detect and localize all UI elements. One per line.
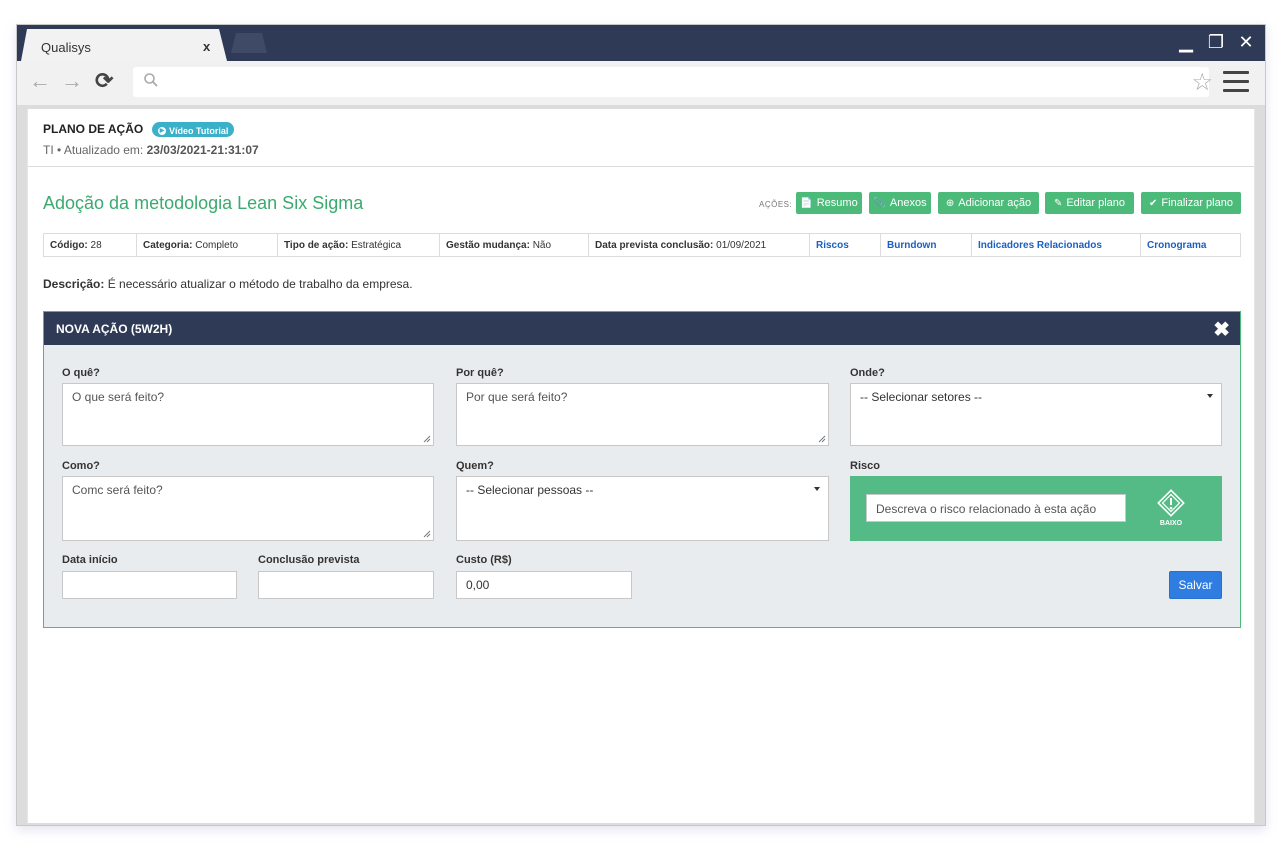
search-icon bbox=[144, 73, 158, 87]
onde-label: Onde? bbox=[850, 367, 885, 379]
risk-level-label: BAIXO bbox=[1159, 520, 1183, 527]
por-que-label: Por quê? bbox=[456, 367, 504, 379]
resize-handle-icon[interactable] bbox=[818, 435, 826, 443]
new-action-panel: NOVA AÇÃO (5W2H) ✖ O quê? O que será fei… bbox=[43, 311, 1241, 628]
como-textarea[interactable]: Comc será feito? bbox=[62, 476, 434, 541]
forward-icon[interactable]: → bbox=[61, 68, 83, 94]
data-inicio-label: Data início bbox=[62, 554, 118, 566]
info-data-prevista: Data prevista conclusão: 01/09/2021 bbox=[589, 234, 810, 256]
play-icon: ▶ bbox=[158, 126, 166, 135]
edit-icon: ✎ bbox=[1053, 197, 1063, 209]
por-que-placeholder: Por que será feito? bbox=[466, 390, 568, 404]
quem-label: Quem? bbox=[456, 460, 494, 472]
anexos-label: Anexos bbox=[889, 197, 927, 209]
resumo-button[interactable]: 📄 Resumo bbox=[796, 192, 862, 214]
info-gestao: Gestão mudança: Não bbox=[440, 234, 589, 256]
page-title: PLANO DE AÇÃO bbox=[43, 122, 144, 136]
chevron-down-icon bbox=[1207, 394, 1213, 398]
panel-title: NOVA AÇÃO (5W2H) bbox=[56, 322, 173, 336]
add-action-label: Adicionar ação bbox=[958, 197, 1032, 209]
check-circle-icon: ✔ bbox=[1149, 197, 1158, 209]
info-codigo: Código: 28 bbox=[44, 234, 137, 256]
onde-value: -- Selecionar setores -- bbox=[860, 390, 983, 404]
finish-plan-button[interactable]: ✔ Finalizar plano bbox=[1141, 192, 1241, 214]
como-placeholder: Comc será feito? bbox=[72, 483, 163, 497]
page-header: PLANO DE AÇÃO ▶ Vídeo Tutorial TI • Atua… bbox=[28, 109, 1254, 167]
warning-diamond-icon[interactable] bbox=[1156, 488, 1186, 518]
reload-icon[interactable]: ⟳ bbox=[95, 68, 113, 94]
close-icon[interactable]: ✕ bbox=[1237, 31, 1255, 53]
finish-plan-label: Finalizar plano bbox=[1161, 197, 1233, 209]
info-tipo: Tipo de ação: Estratégica bbox=[278, 234, 440, 256]
risco-input[interactable]: Descreva o risco relacionado à esta ação bbox=[866, 494, 1126, 522]
o-que-textarea[interactable]: O que será feito? bbox=[62, 383, 434, 446]
risco-label: Risco bbox=[850, 460, 880, 472]
como-label: Como? bbox=[62, 460, 100, 472]
quem-select[interactable]: -- Selecionar pessoas -- bbox=[456, 476, 829, 541]
info-link-indicadores[interactable]: Indicadores Relacionados bbox=[972, 234, 1141, 256]
conclusao-input[interactable] bbox=[258, 571, 434, 599]
browser-toolbar: ← → ⟳ ☆ bbox=[17, 61, 1265, 105]
window-controls: ▁ ❐ ✕ bbox=[1177, 31, 1255, 53]
anexos-button[interactable]: 📎 Anexos bbox=[869, 192, 931, 214]
browser-tab[interactable]: Qualisys x bbox=[21, 29, 227, 61]
plan-info-row: Código: 28 Categoria: Completo Tipo de a… bbox=[43, 233, 1241, 257]
paperclip-icon: 📎 bbox=[873, 197, 886, 209]
tab-title: Qualisys bbox=[41, 40, 91, 55]
onde-select[interactable]: -- Selecionar setores -- bbox=[850, 383, 1222, 446]
description-text: É necessário atualizar o método de traba… bbox=[107, 277, 413, 291]
page-viewport: PLANO DE AÇÃO ▶ Vídeo Tutorial TI • Atua… bbox=[27, 109, 1255, 823]
video-tutorial-badge[interactable]: ▶ Vídeo Tutorial bbox=[152, 122, 235, 137]
page-subtitle: TI • Atualizado em: 23/03/2021-21:31:07 bbox=[43, 143, 259, 157]
por-que-textarea[interactable]: Por que será feito? bbox=[456, 383, 829, 446]
o-que-placeholder: O que será feito? bbox=[72, 390, 165, 404]
description-label: Descrição: bbox=[43, 277, 105, 291]
plus-circle-icon: ⊕ bbox=[945, 197, 955, 209]
tab-close-button[interactable]: x bbox=[203, 39, 210, 54]
info-categoria: Categoria: Completo bbox=[137, 234, 278, 256]
save-button[interactable]: Salvar bbox=[1169, 571, 1222, 599]
address-bar[interactable] bbox=[133, 67, 1209, 97]
data-inicio-input[interactable] bbox=[62, 571, 237, 599]
updated-at: 23/03/2021-21:31:07 bbox=[146, 143, 259, 157]
risk-box: Descreva o risco relacionado à esta ação… bbox=[850, 476, 1222, 541]
conclusao-label: Conclusão prevista bbox=[258, 554, 360, 566]
restore-icon[interactable]: ❐ bbox=[1207, 31, 1225, 53]
close-icon[interactable]: ✖ bbox=[1213, 317, 1230, 342]
info-link-cronograma[interactable]: Cronograma bbox=[1141, 234, 1240, 256]
quem-value: -- Selecionar pessoas -- bbox=[466, 483, 594, 497]
updated-prefix: TI • Atualizado em: bbox=[43, 143, 147, 157]
edit-plan-label: Editar plano bbox=[1066, 197, 1126, 209]
actions-label: AÇÕES: bbox=[759, 200, 793, 209]
custo-label: Custo (R$) bbox=[456, 554, 512, 566]
plan-title: Adoção da metodologia Lean Six Sigma bbox=[43, 193, 364, 213]
back-icon[interactable]: ← bbox=[29, 68, 51, 94]
browser-titlebar: Qualisys x ▁ ❐ ✕ bbox=[17, 25, 1265, 61]
browser-menu-icon[interactable] bbox=[1223, 71, 1249, 98]
chevron-down-icon bbox=[814, 487, 820, 491]
resize-handle-icon[interactable] bbox=[423, 530, 431, 538]
o-que-label: O quê? bbox=[62, 367, 100, 379]
info-link-burndown[interactable]: Burndown bbox=[881, 234, 972, 256]
minimize-icon[interactable]: ▁ bbox=[1177, 31, 1195, 53]
info-link-riscos[interactable]: Riscos bbox=[810, 234, 881, 256]
new-tab-button[interactable] bbox=[231, 33, 267, 53]
plan-description: Descrição: É necessário atualizar o méto… bbox=[43, 277, 413, 291]
panel-header: NOVA AÇÃO (5W2H) ✖ bbox=[44, 312, 1240, 345]
browser-window: Qualisys x ▁ ❐ ✕ ← → ⟳ ☆ PLANO DE AÇÃO ▶… bbox=[16, 24, 1266, 826]
edit-plan-button[interactable]: ✎ Editar plano bbox=[1045, 192, 1134, 214]
document-icon: 📄 bbox=[800, 197, 813, 209]
add-action-button[interactable]: ⊕ Adicionar ação bbox=[938, 192, 1039, 214]
custo-input[interactable]: 0,00 bbox=[456, 571, 632, 599]
resize-handle-icon[interactable] bbox=[423, 435, 431, 443]
bookmark-star-icon[interactable]: ☆ bbox=[1191, 68, 1213, 97]
resumo-label: Resumo bbox=[816, 197, 858, 209]
video-tutorial-label: Vídeo Tutorial bbox=[169, 125, 229, 136]
